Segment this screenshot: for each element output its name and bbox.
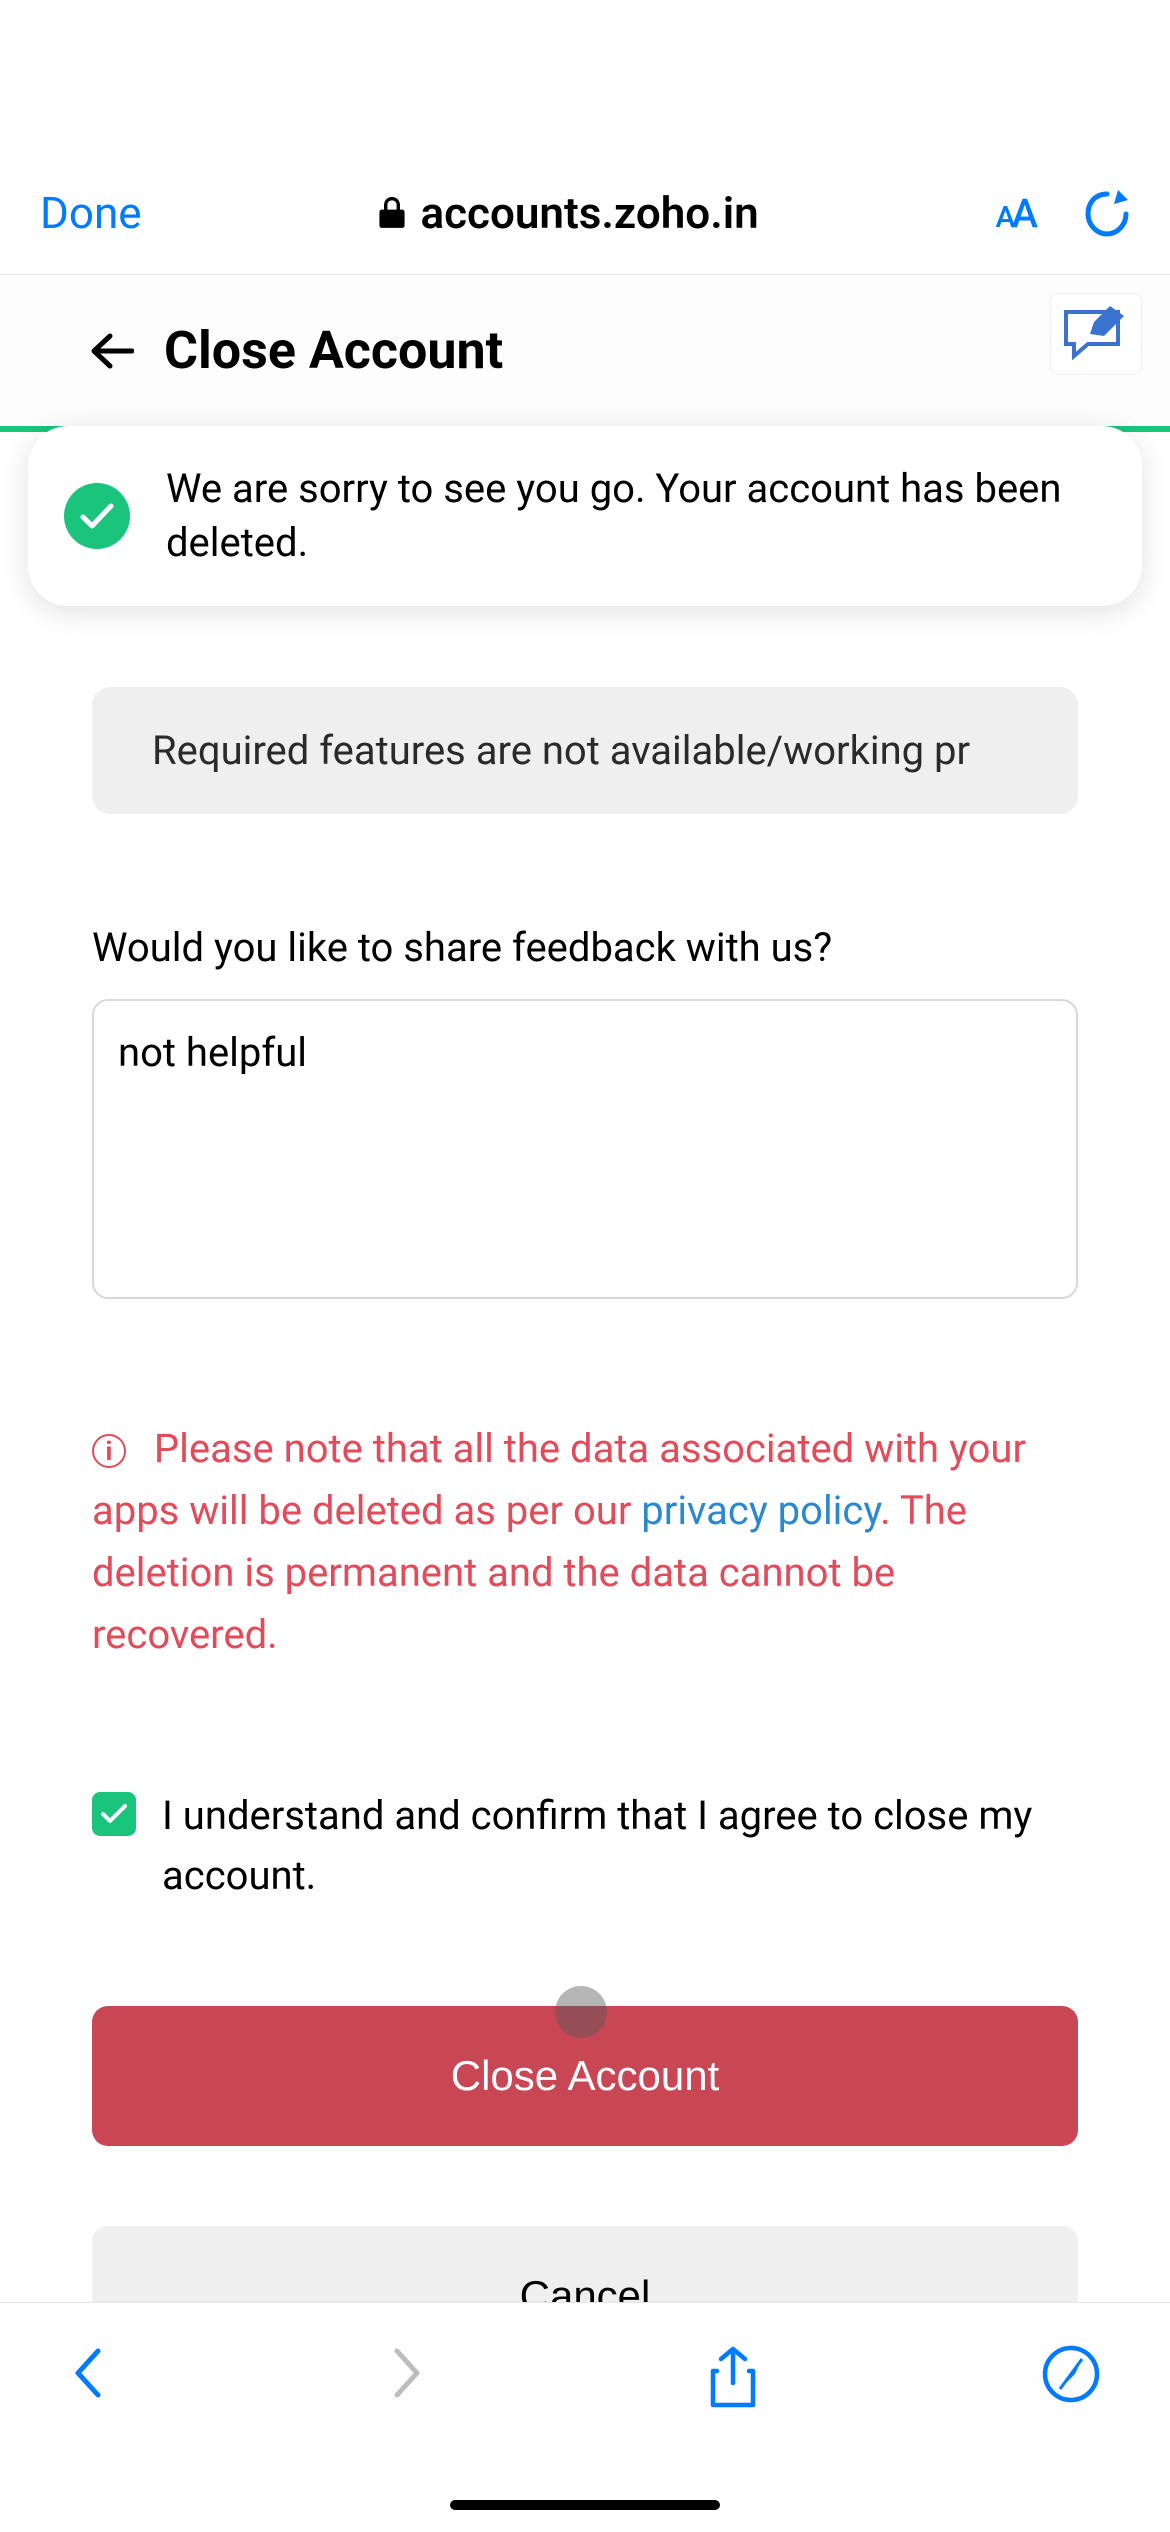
feedback-label: Would you like to share feedback with us… bbox=[92, 924, 1078, 971]
done-button[interactable]: Done bbox=[40, 187, 142, 239]
safari-bottom-bar bbox=[0, 2302, 1170, 2532]
page-header: Close Account bbox=[0, 275, 1170, 426]
back-arrow-icon[interactable] bbox=[90, 332, 134, 370]
touch-indicator bbox=[555, 1986, 607, 2038]
page-title: Close Account bbox=[164, 320, 503, 381]
toast-message: We are sorry to see you go. Your account… bbox=[166, 462, 1094, 570]
feedback-button[interactable] bbox=[1050, 293, 1142, 375]
feedback-textarea[interactable] bbox=[92, 999, 1078, 1299]
success-toast: We are sorry to see you go. Your account… bbox=[28, 426, 1142, 606]
privacy-policy-link[interactable]: privacy policy bbox=[641, 1487, 880, 1534]
back-icon[interactable] bbox=[70, 2345, 106, 2401]
close-reason-select[interactable]: Required features are not available/work… bbox=[92, 687, 1078, 814]
home-indicator[interactable] bbox=[450, 2500, 720, 2510]
lock-icon bbox=[378, 197, 406, 229]
info-icon: i bbox=[92, 1434, 126, 1468]
safari-address-bar: Done accounts.zoho.in AA bbox=[0, 0, 1170, 275]
forward-icon bbox=[389, 2345, 425, 2401]
close-account-button[interactable]: Close Account bbox=[92, 2006, 1078, 2146]
confirm-checkbox[interactable] bbox=[92, 1792, 136, 1836]
safari-icon[interactable] bbox=[1042, 2345, 1100, 2403]
url-display[interactable]: accounts.zoho.in bbox=[378, 187, 758, 239]
text-size-button[interactable]: AA bbox=[996, 190, 1034, 237]
share-icon[interactable] bbox=[707, 2345, 759, 2409]
close-account-label: Close Account bbox=[451, 2052, 720, 2099]
warning-text: i Please note that all the data associat… bbox=[92, 1418, 1078, 1666]
confirm-label: I understand and confirm that I agree to… bbox=[162, 1786, 1078, 1906]
reload-icon[interactable] bbox=[1084, 188, 1130, 238]
feedback-compose-icon bbox=[1062, 306, 1130, 362]
url-text: accounts.zoho.in bbox=[420, 187, 758, 239]
check-icon bbox=[100, 1803, 128, 1825]
check-circle-icon bbox=[64, 483, 130, 549]
